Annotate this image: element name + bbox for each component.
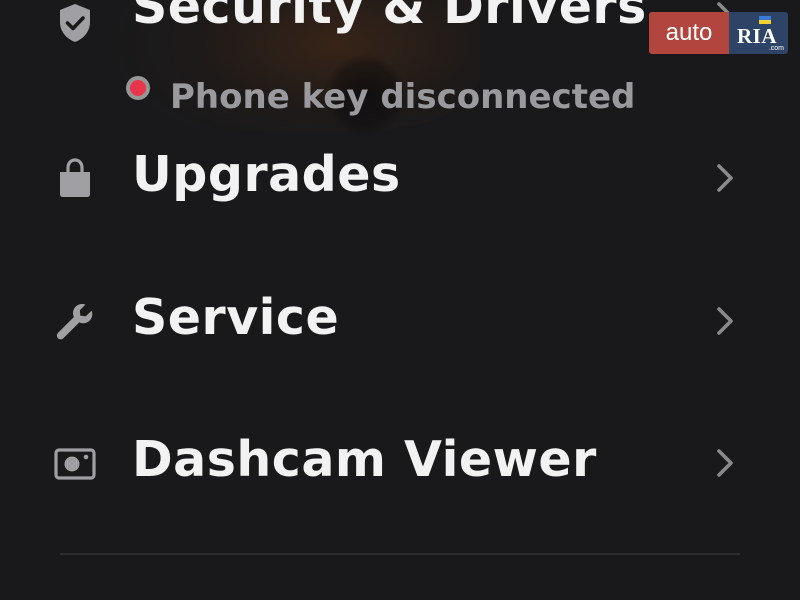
watermark-com-text: .com	[768, 45, 784, 52]
wrench-icon	[52, 299, 98, 345]
watermark-auto: auto	[649, 12, 729, 54]
status-dot-icon	[130, 80, 146, 96]
menu-item-label: Dashcam Viewer	[132, 431, 597, 488]
phone-key-status: Phone key disconnected	[130, 77, 635, 117]
chevron-right-icon	[710, 443, 740, 483]
menu-item-label: Security & Drivers	[132, 0, 647, 35]
flag-icon	[759, 16, 771, 24]
status-text: Phone key disconnected	[170, 77, 636, 117]
menu-item-label: Service	[132, 289, 340, 346]
app-screen: Security & Drivers Phone key disconnecte…	[0, 0, 800, 600]
shopping-bag-icon	[52, 156, 98, 202]
menu-item-label: Upgrades	[132, 146, 401, 203]
shield-check-icon	[52, 0, 98, 46]
menu-item-service[interactable]: Service	[0, 261, 800, 381]
menu-divider	[60, 553, 740, 555]
chevron-right-icon	[710, 158, 740, 198]
menu-item-dashcam-viewer[interactable]: Dashcam Viewer	[0, 403, 800, 523]
chevron-right-icon	[710, 301, 740, 341]
watermark-ria: RIA .com	[729, 12, 788, 54]
autoria-watermark-logo: auto RIA .com	[649, 12, 788, 54]
menu-item-upgrades[interactable]: Upgrades	[0, 118, 800, 238]
dashcam-icon	[52, 441, 98, 487]
